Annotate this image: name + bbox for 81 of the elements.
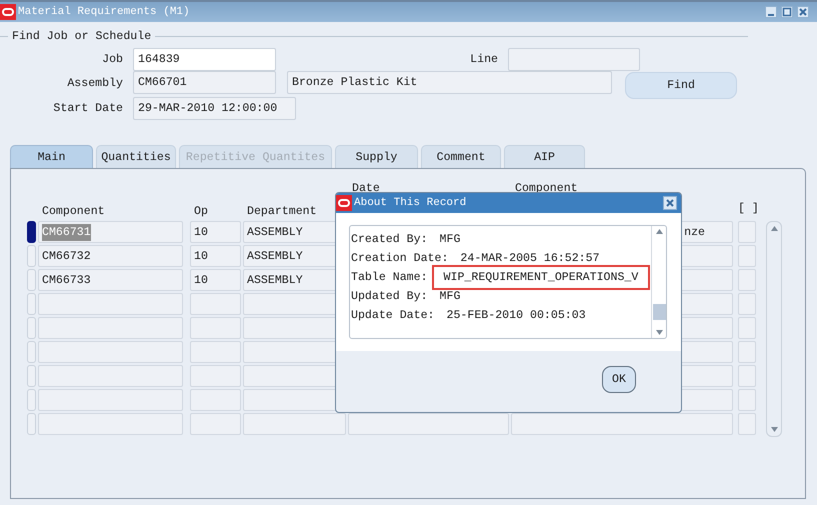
- scroll-up-icon[interactable]: [770, 226, 778, 232]
- info-label: Table Name:: [351, 270, 428, 286]
- table-cell[interactable]: [511, 413, 733, 436]
- scroll-down-icon[interactable]: [770, 427, 778, 432]
- info-value: 25-FEB-2010 00:05:03: [446, 308, 586, 324]
- info-value: MFG: [440, 232, 460, 248]
- table-cell[interactable]: CM66733: [38, 269, 183, 292]
- table-cell[interactable]: [738, 413, 756, 436]
- job-field[interactable]: 164839: [133, 48, 276, 71]
- table-cell[interactable]: [38, 365, 183, 388]
- column-header: Department: [247, 204, 317, 220]
- table-cell[interactable]: 10: [190, 269, 241, 292]
- field-label: Job: [101, 52, 124, 68]
- info-label: Creation Date:: [351, 250, 448, 267]
- field-label: Line: [469, 52, 499, 68]
- field-label: Start Date: [52, 100, 124, 117]
- close-icon: [798, 7, 808, 17]
- table-cell[interactable]: [738, 317, 756, 340]
- highlighted-value: WIP_REQUIREMENT_OPERATIONS_V: [432, 264, 650, 290]
- close-icon: [665, 198, 675, 208]
- logo-icon: [0, 4, 16, 20]
- column-header: [ ]: [738, 201, 759, 217]
- start-date-field[interactable]: 29-MAR-2010 12:00:00: [133, 96, 296, 120]
- table-cell[interactable]: 10: [190, 221, 241, 244]
- column-header: Component: [42, 204, 105, 220]
- scroll-down-icon[interactable]: [656, 330, 662, 335]
- line-field[interactable]: [508, 48, 640, 71]
- info-label: Updated By:: [351, 288, 428, 305]
- table-cell[interactable]: [738, 269, 756, 292]
- table-cell[interactable]: [38, 413, 183, 436]
- table-cell[interactable]: [738, 293, 756, 316]
- field-label: Assembly: [66, 76, 124, 92]
- window-title: Material Requirements (M1): [18, 4, 190, 20]
- table-cell[interactable]: [738, 221, 756, 244]
- table-cell[interactable]: [738, 365, 756, 388]
- table-cell[interactable]: 10: [190, 245, 241, 268]
- minimize-button[interactable]: [765, 6, 777, 18]
- tab[interactable]: Supply: [335, 145, 418, 168]
- tab[interactable]: AIP: [504, 145, 585, 168]
- table-cell[interactable]: [38, 341, 183, 364]
- maximize-icon: [782, 7, 792, 17]
- tab[interactable]: Quantities: [96, 145, 176, 168]
- logo-icon: [336, 195, 352, 211]
- table-cell[interactable]: [348, 413, 509, 436]
- maximize-button[interactable]: [781, 6, 793, 18]
- info-value: 24-MAR-2005 16:52:57: [460, 250, 600, 267]
- assembly-field[interactable]: CM66701: [133, 71, 276, 94]
- info-value: MFG: [440, 288, 460, 305]
- scrollbar[interactable]: [766, 221, 782, 438]
- ok-button[interactable]: OK: [602, 366, 636, 393]
- column-header: Op: [194, 204, 208, 220]
- table-cell[interactable]: [190, 341, 241, 364]
- record-indicator[interactable]: [27, 221, 36, 244]
- table-cell[interactable]: CM66732: [38, 245, 183, 268]
- minimize-icon: [768, 14, 774, 16]
- find-button[interactable]: Find: [625, 72, 737, 100]
- section-title: Find Job or Schedule: [12, 29, 152, 45]
- tab[interactable]: Comment: [421, 145, 501, 168]
- table-cell[interactable]: [38, 293, 183, 316]
- tab[interactable]: Main: [10, 145, 93, 168]
- column-header: Date: [352, 181, 380, 197]
- scroll-thumb[interactable]: [652, 304, 666, 320]
- table-cell[interactable]: [190, 389, 241, 412]
- table-cell[interactable]: [738, 389, 756, 412]
- table-cell[interactable]: [38, 317, 183, 340]
- table-cell[interactable]: [738, 341, 756, 364]
- dialog-title: About This Record: [354, 196, 466, 211]
- info-label: Created By:: [351, 232, 428, 248]
- close-button[interactable]: [797, 6, 809, 18]
- table-cell[interactable]: [190, 317, 241, 340]
- description-field[interactable]: Bronze Plastic Kit: [287, 71, 612, 94]
- info-label: Update Date:: [351, 308, 434, 324]
- scroll-up-icon[interactable]: [656, 229, 662, 234]
- column-header: Component: [515, 181, 578, 198]
- table-cell[interactable]: [190, 365, 241, 388]
- close-button[interactable]: [663, 196, 677, 210]
- table-cell[interactable]: [190, 413, 241, 436]
- table-cell[interactable]: [38, 389, 183, 412]
- table-cell[interactable]: [190, 293, 241, 316]
- table-cell[interactable]: [738, 245, 756, 268]
- table-cell[interactable]: [243, 413, 346, 436]
